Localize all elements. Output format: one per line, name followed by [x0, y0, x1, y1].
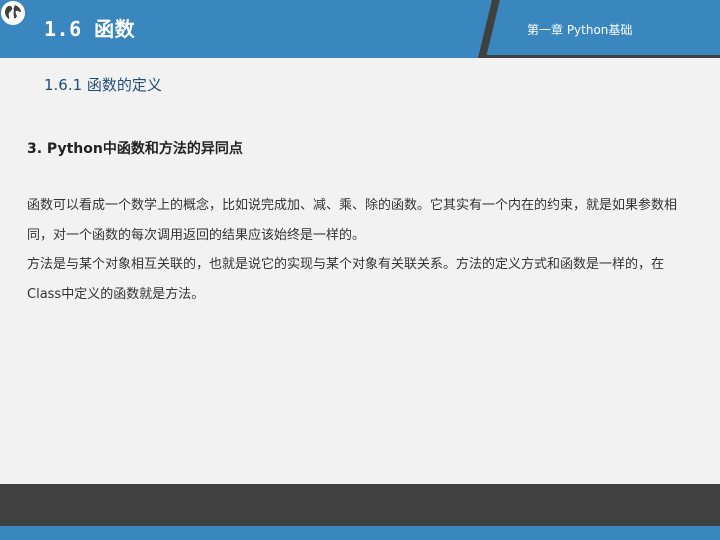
paragraph-function: 函数可以看成一个数学上的概念，比如说完成加、减、乘、除的函数。它其实有一个内在的… — [27, 198, 678, 243]
subsection-title: 1.6.1 函数的定义 — [44, 76, 162, 94]
chapter-label: 第一章 Python基础 — [527, 23, 633, 37]
header-underline — [478, 55, 720, 58]
section-title: 1.6 函数 — [44, 17, 136, 41]
slide: 1.6 函数 第一章 Python基础 1.6.1 函数的定义 3. Pytho… — [0, 0, 720, 540]
content-heading: 3. Python中函数和方法的异同点 — [27, 141, 243, 157]
footer-blue-bar — [0, 526, 720, 540]
header-band: 1.6 函数 第一章 Python基础 — [0, 0, 720, 58]
paragraph-method: 方法是与某个对象相互关联的，也就是说它的实现与某个对象有关联关系。方法的定义方式… — [27, 257, 665, 302]
footer-dark-bar — [0, 484, 720, 526]
globe-icon — [1, 1, 25, 25]
